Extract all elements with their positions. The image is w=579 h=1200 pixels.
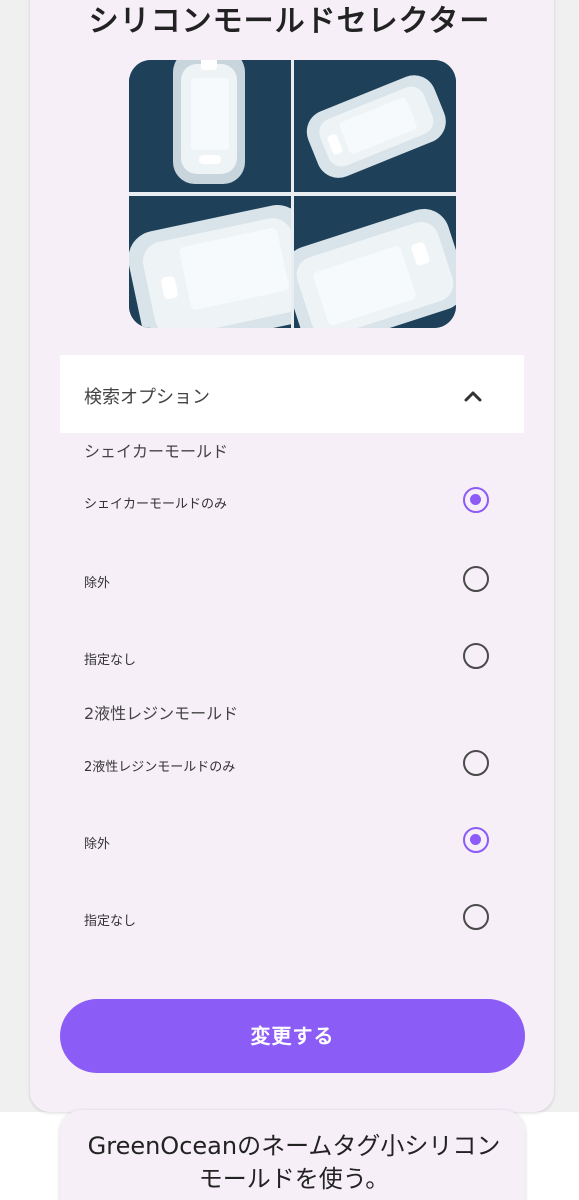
radio-option-resin-exclude[interactable]: 除外	[60, 820, 524, 864]
chevron-up-icon[interactable]	[462, 385, 484, 407]
radio-option-shaker-exclude[interactable]: 除外	[60, 559, 524, 603]
radio-option-shaker-only[interactable]: シェイカーモールドのみ	[60, 480, 524, 524]
radio-button[interactable]	[463, 904, 489, 930]
radio-button-checked[interactable]	[463, 827, 489, 853]
radio-button[interactable]	[463, 643, 489, 669]
search-options-label: 検索オプション	[84, 387, 210, 408]
promo-card[interactable]: GreenOceanのネームタグ小シリコンモールドを使う。	[60, 1110, 525, 1200]
promo-text: GreenOceanのネームタグ小シリコンモールドを使う。	[87, 1132, 501, 1193]
mold-image-1	[129, 60, 291, 192]
radio-option-shaker-unspecified[interactable]: 指定なし	[60, 636, 524, 680]
page: シリコンモールドセレクター 検索オプション シェイカーモールド シェイカーモール…	[0, 0, 579, 1200]
radio-option-label: シェイカーモールドのみ	[84, 497, 228, 512]
mold-image-2	[294, 60, 456, 192]
radio-button-checked[interactable]	[463, 487, 489, 513]
mold-image-4	[294, 196, 456, 328]
radio-option-resin-only[interactable]: 2液性レジンモールドのみ	[60, 743, 524, 787]
search-options-toggle[interactable]: 検索オプション	[60, 355, 524, 433]
submit-button[interactable]: 変更する	[60, 999, 525, 1073]
radio-button[interactable]	[463, 566, 489, 592]
radio-option-label: 除外	[84, 837, 111, 852]
mold-image-3	[129, 196, 291, 328]
shaker-mold-group-title: シェイカーモールド	[84, 442, 229, 461]
radio-option-resin-unspecified[interactable]: 指定なし	[60, 897, 524, 941]
radio-option-label: 除外	[84, 576, 111, 591]
image-grid-divider	[129, 192, 456, 196]
mold-image-grid	[129, 60, 456, 328]
radio-option-label: 2液性レジンモールドのみ	[84, 760, 236, 775]
resin-mold-group-title: 2液性レジンモールド	[84, 704, 239, 723]
radio-option-label: 指定なし	[84, 914, 137, 929]
radio-button[interactable]	[463, 750, 489, 776]
page-title: シリコンモールドセレクター	[88, 4, 491, 39]
radio-option-label: 指定なし	[84, 653, 137, 668]
